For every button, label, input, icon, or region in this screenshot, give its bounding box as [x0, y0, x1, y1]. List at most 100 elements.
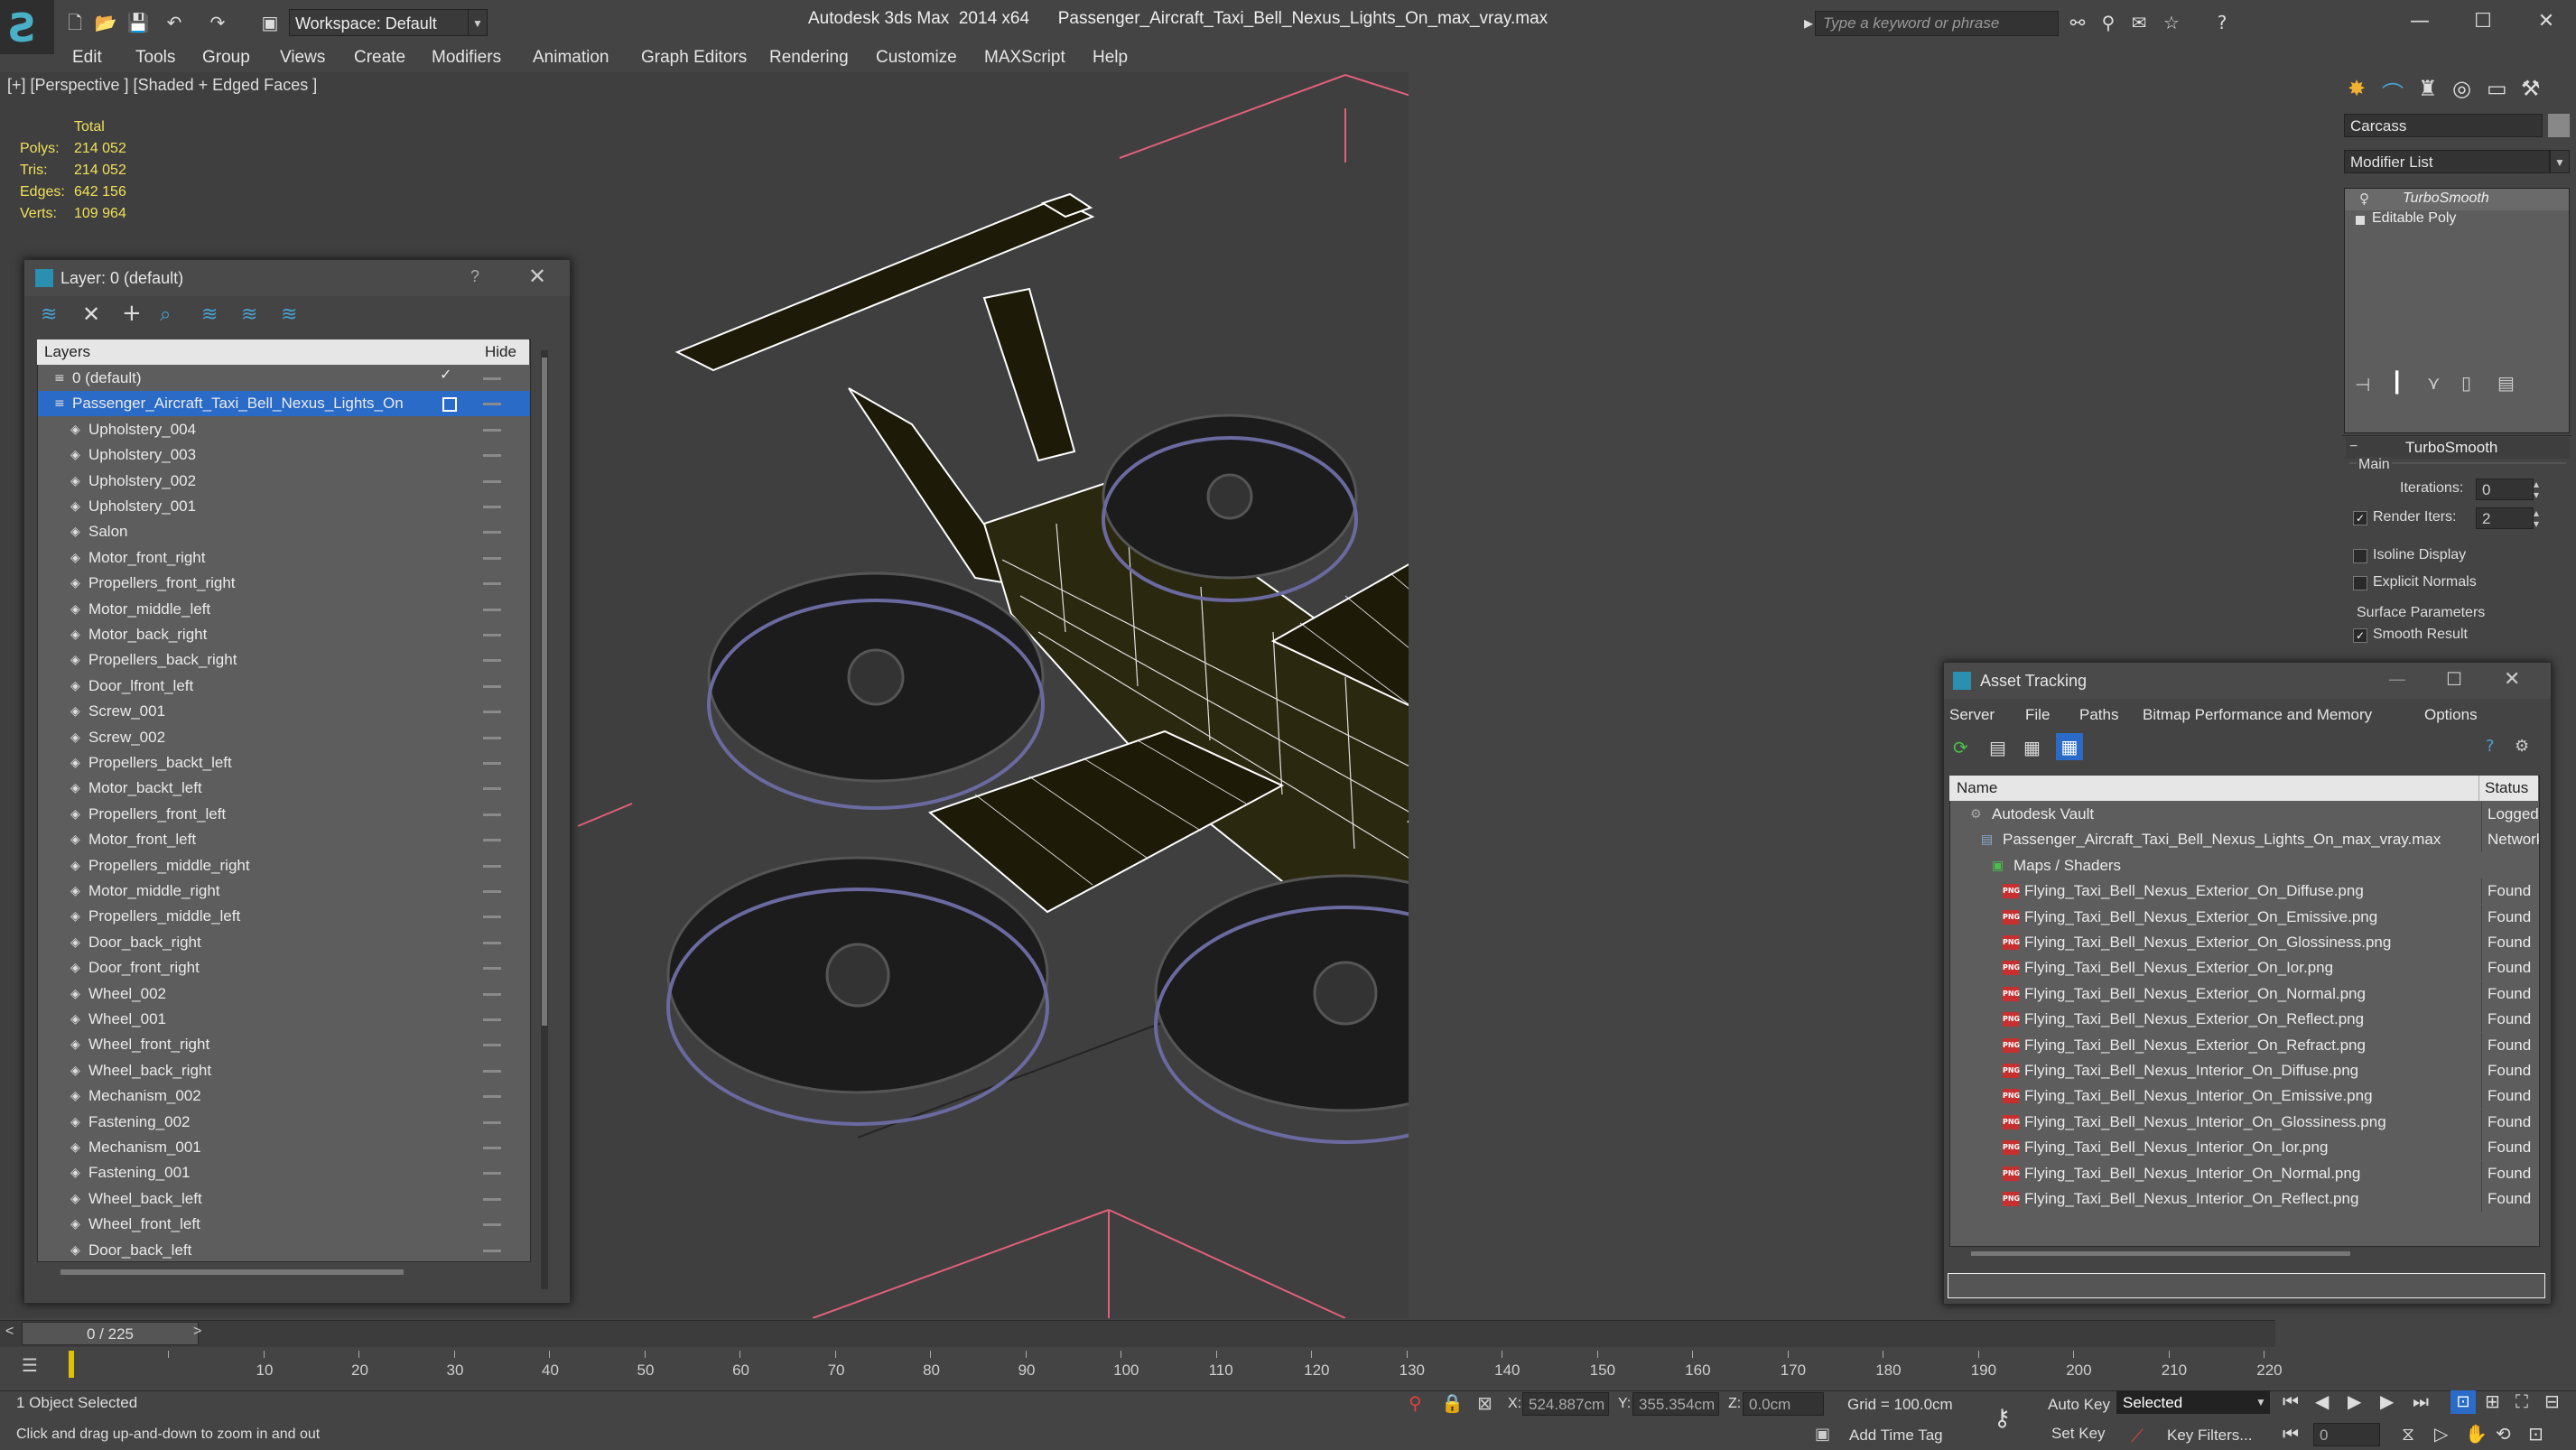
hide-toggle[interactable] [483, 1197, 501, 1201]
new-file-icon[interactable]: 🗋 [63, 11, 87, 34]
hide-toggle[interactable] [483, 1172, 501, 1176]
layer-row-object[interactable]: ◈ Upholstery_004 [38, 417, 530, 442]
asset-row[interactable]: PNG Flying_Taxi_Bell_Nexus_Interior_On_Io… [1950, 1135, 2539, 1161]
maximize-viewport-icon[interactable]: ⊡ [2528, 1423, 2543, 1445]
hide-toggle[interactable] [483, 1120, 501, 1124]
layer-row-object[interactable]: ◈ Door_back_right [38, 930, 530, 955]
spinner-arrows-icon[interactable]: ▴ ▾ [2534, 479, 2539, 500]
layer-row-object[interactable]: ◈ Propellers_backt_left [38, 750, 530, 776]
layer-row-object[interactable]: ◈ Wheel_001 [38, 1007, 530, 1032]
hide-toggle[interactable] [483, 762, 501, 765]
rollout-collapse-icon[interactable]: − [2349, 439, 2357, 455]
layer-row-object[interactable]: ◈ Propellers_front_left [38, 802, 530, 827]
hide-toggle[interactable] [483, 582, 501, 586]
zoom-all-icon[interactable]: ⊟ [2544, 1390, 2560, 1412]
layer-row-object[interactable]: ◈ Wheel_front_right [38, 1032, 530, 1057]
hide-toggle[interactable] [483, 608, 501, 611]
close-icon[interactable]: ✕ [528, 264, 546, 289]
current-frame-marker[interactable] [69, 1351, 74, 1378]
modify-tab-icon[interactable]: ⌒ [2382, 76, 2404, 107]
layer-row-object[interactable]: ◈ Motor_front_right [38, 545, 530, 571]
delete-layer-icon[interactable]: ✕ [82, 302, 100, 327]
layer-row-aircraft[interactable]: ≡ Passenger_Aircraft_Taxi_Bell_Nexus_Ligh… [38, 391, 530, 417]
goto-start-icon[interactable]: ⏮ [2283, 1390, 2299, 1412]
column-hide[interactable]: Hide [485, 343, 516, 361]
layer-row-object[interactable]: ◈ Upholstery_001 [38, 494, 530, 519]
asset-row[interactable]: ▤ Passenger_Aircraft_Taxi_Bell_Nexus_Ligh… [1950, 827, 2539, 853]
chevron-down-icon[interactable]: ▼ [468, 9, 488, 36]
hide-toggle[interactable] [483, 454, 501, 458]
hide-toggle[interactable] [483, 403, 501, 406]
z-coordinate-field[interactable]: 0.0cm [1743, 1392, 1824, 1416]
layer-row-object[interactable]: ◈ Propellers_back_right [38, 647, 530, 673]
hide-toggle[interactable] [483, 890, 501, 893]
layer-row-object[interactable]: ◈ Motor_back_right [38, 622, 530, 647]
asset-row[interactable]: PNG Flying_Taxi_Bell_Nexus_Interior_On_Re… [1950, 1186, 2539, 1212]
hide-toggle[interactable] [483, 1018, 501, 1021]
menu-help[interactable]: Help [1093, 45, 1128, 70]
layer-row-object[interactable]: ◈ Wheel_front_left [38, 1212, 530, 1237]
layer-h-scrollbar[interactable] [60, 1269, 404, 1275]
iterations-spinner[interactable]: 0 [2476, 479, 2534, 500]
key-icon[interactable]: ⚷ [1994, 1405, 2011, 1432]
maximize-icon[interactable]: ☐ [2465, 5, 2501, 38]
current-frame-field[interactable]: 0 [2313, 1423, 2380, 1446]
menu-edit[interactable]: Edit [72, 45, 102, 70]
project-folder-icon[interactable]: ▣ [258, 11, 282, 34]
hide-toggle[interactable] [483, 813, 501, 816]
help-icon[interactable]: ? [470, 267, 479, 286]
configure-sets-icon[interactable]: ▤ [2497, 372, 2515, 394]
isoline-checkbox[interactable] [2353, 549, 2367, 563]
hide-toggle[interactable] [483, 479, 501, 483]
subscription-icon[interactable]: ⚲ [2097, 11, 2120, 34]
column-layers[interactable]: Layers [44, 343, 90, 361]
hide-toggle[interactable] [483, 659, 501, 663]
asset-row[interactable]: PNG Flying_Taxi_Bell_Nexus_Interior_On_Di… [1950, 1058, 2539, 1083]
menu-animation[interactable]: Animation [533, 45, 609, 70]
viewport-label[interactable]: [+] [Perspective ] [Shaded + Edged Faces… [7, 76, 317, 95]
save-file-icon[interactable]: 💾 [126, 11, 150, 34]
selection-set-dropdown[interactable]: Selected [2116, 1390, 2270, 1414]
asset-h-scrollbar[interactable] [1971, 1251, 2350, 1256]
layer-row-object[interactable]: ◈ Wheel_back_left [38, 1186, 530, 1212]
layer-row-object[interactable]: ◈ Screw_001 [38, 699, 530, 724]
pan-icon[interactable]: ✋ [2465, 1423, 2488, 1445]
utilities-tab-icon[interactable]: ⚒ [2521, 76, 2541, 101]
goto-end-icon[interactable]: ⏭ [2413, 1390, 2429, 1412]
list-view-icon[interactable]: ▤ [1989, 737, 2006, 758]
layer-row-object[interactable]: ◈ Mechanism_002 [38, 1083, 530, 1109]
smooth-result-checkbox[interactable]: ✓ [2353, 628, 2367, 643]
asset-row[interactable]: PNG Flying_Taxi_Bell_Nexus_Exterior_On_Re… [1950, 1007, 2539, 1033]
layer-row-object[interactable]: ◈ Door_front_right [38, 955, 530, 981]
asset-menu-bitmap-performance[interactable]: Bitmap Performance and Memory [2143, 706, 2372, 724]
menu-customize[interactable]: Customize [876, 45, 957, 70]
hide-toggle[interactable] [483, 864, 501, 868]
maximize-icon[interactable]: ☐ [2446, 668, 2462, 690]
hide-toggle[interactable] [483, 556, 501, 560]
hide-toggle[interactable] [483, 992, 501, 996]
hide-toggle[interactable] [483, 506, 501, 508]
layer-row-object[interactable]: ◈ Motor_middle_right [38, 878, 530, 904]
hierarchy-tab-icon[interactable]: ♜ [2418, 76, 2438, 101]
layer-row-object[interactable]: ◈ Screw_002 [38, 725, 530, 750]
layer-row-object[interactable]: ◈ Propellers_middle_right [38, 853, 530, 878]
auto-key-button[interactable]: Auto Key [2048, 1396, 2110, 1414]
orbit-icon[interactable]: ⟲ [2496, 1423, 2511, 1445]
hide-toggle[interactable] [483, 736, 501, 739]
pin-stack-icon[interactable]: ⊣ [2355, 374, 2370, 395]
menu-maxscript[interactable]: MAXScript [984, 45, 1065, 70]
settings-icon[interactable]: ⚙ [2515, 737, 2529, 756]
time-prev-icon[interactable]: < [5, 1324, 14, 1340]
make-unique-icon[interactable]: ⋎ [2427, 372, 2441, 394]
layer-row-object[interactable]: ◈ Upholstery_003 [38, 442, 530, 468]
layer-row-object[interactable]: ◈ Motor_front_left [38, 827, 530, 852]
workspace-dropdown[interactable]: Workspace: Default [289, 9, 470, 36]
y-coordinate-field[interactable]: 355.354cm [1632, 1392, 1719, 1416]
play-icon[interactable]: ▶ [2348, 1390, 2361, 1412]
absolute-mode-icon[interactable]: ⊠ [1477, 1392, 1493, 1414]
layer-row-object[interactable]: ◈ Fastening_002 [38, 1110, 530, 1135]
hide-toggle[interactable] [483, 1069, 501, 1073]
layer-row-object[interactable]: ◈ Propellers_front_right [38, 571, 530, 596]
hide-toggle[interactable] [483, 634, 501, 637]
asset-row[interactable]: PNG Flying_Taxi_Bell_Nexus_Exterior_On_Em… [1950, 904, 2539, 930]
